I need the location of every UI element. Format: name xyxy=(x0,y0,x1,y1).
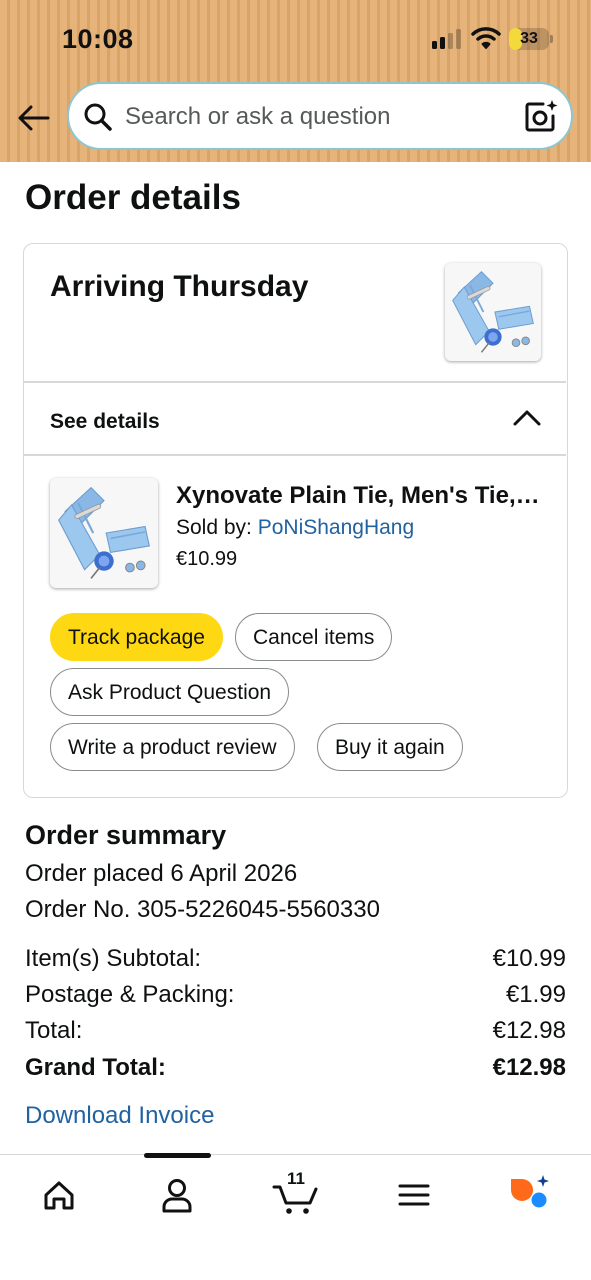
summary-value: €10.99 xyxy=(492,945,566,972)
back-arrow-icon[interactable] xyxy=(16,100,52,136)
write-review-button[interactable]: Write a product review xyxy=(50,723,295,771)
see-details-label[interactable]: See details xyxy=(50,410,160,434)
delivery-status: Arriving Thursday xyxy=(50,270,309,303)
menu-icon[interactable] xyxy=(384,1173,444,1217)
battery-cap xyxy=(550,35,553,43)
track-package-button[interactable]: Track package xyxy=(50,613,223,661)
card-divider xyxy=(24,454,566,456)
item-title[interactable]: Xynovate Plain Tie, Men's Tie, Tie Clip,… xyxy=(176,482,546,510)
assistant-icon[interactable] xyxy=(500,1173,560,1217)
chevron-up-icon[interactable] xyxy=(512,406,542,430)
summary-value: €12.98 xyxy=(492,1054,566,1081)
camera-search-icon[interactable] xyxy=(523,98,559,134)
search-input[interactable] xyxy=(125,98,505,136)
cart-count-badge: 11 xyxy=(287,1169,305,1188)
order-number: Order No. 305-5226045-5560330 xyxy=(25,896,380,923)
status-time: 10:08 xyxy=(62,24,134,54)
active-tab-indicator xyxy=(144,1153,211,1158)
summary-row-grand-total: Grand Total: €12.98 xyxy=(25,1054,566,1084)
sold-by: Sold by: PoNiShangHang xyxy=(176,516,414,540)
summary-label: Item(s) Subtotal: xyxy=(25,945,202,972)
battery-icon: 33 xyxy=(509,28,549,50)
account-icon[interactable] xyxy=(147,1173,207,1217)
download-invoice-link[interactable]: Download Invoice xyxy=(25,1102,214,1130)
summary-row-subtotal: Item(s) Subtotal: €10.99 xyxy=(25,945,566,975)
tie-set-image xyxy=(57,486,151,579)
bottom-navigation: 11 xyxy=(0,1153,591,1280)
cellular-signal-icon xyxy=(432,29,462,49)
summary-row-postage: Postage & Packing: €1.99 xyxy=(25,981,566,1011)
item-price: €10.99 xyxy=(176,548,238,570)
wifi-icon xyxy=(471,27,501,49)
cancel-items-button[interactable]: Cancel items xyxy=(235,613,393,661)
summary-value: €12.98 xyxy=(492,1017,566,1044)
card-divider xyxy=(24,381,566,383)
order-placed-date: Order placed 6 April 2026 xyxy=(25,860,298,887)
app-header: 10:08 33 xyxy=(0,0,591,162)
summary-label: Postage & Packing: xyxy=(25,981,235,1008)
page-title: Order details xyxy=(25,178,241,217)
ask-product-question-button[interactable]: Ask Product Question xyxy=(50,668,290,716)
order-summary-title: Order summary xyxy=(25,820,227,850)
sold-by-label: Sold by: xyxy=(176,516,258,539)
tie-set-image xyxy=(452,271,534,353)
summary-label: Grand Total: xyxy=(25,1054,166,1081)
home-icon[interactable] xyxy=(29,1173,89,1217)
summary-label: Total: xyxy=(25,1017,83,1044)
shipment-card: Arriving Thursday See details Xynovate P… xyxy=(23,243,568,798)
shipment-product-thumbnail[interactable] xyxy=(445,263,541,361)
summary-value: €1.99 xyxy=(505,981,566,1008)
search-icon xyxy=(84,103,112,131)
buy-again-button[interactable]: Buy it again xyxy=(317,723,463,771)
battery-percentage: 33 xyxy=(520,30,538,47)
item-product-image[interactable] xyxy=(50,478,158,588)
search-bar[interactable] xyxy=(67,82,573,150)
seller-link[interactable]: PoNiShangHang xyxy=(258,516,414,539)
summary-row-total: Total: €12.98 xyxy=(25,1017,566,1047)
